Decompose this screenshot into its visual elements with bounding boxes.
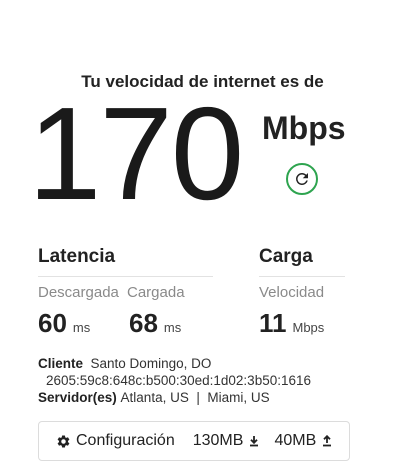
download-data: 130MB — [192, 432, 244, 449]
upload-title: Carga — [259, 246, 313, 267]
gear-icon — [57, 434, 70, 447]
latency-upload-value: 68 — [129, 308, 158, 338]
server-1: Atlanta, US — [120, 390, 189, 405]
upload-speed: 11 Mbps — [259, 308, 324, 339]
server-separator: | — [196, 390, 200, 405]
latency-upload: 68 ms — [129, 308, 181, 339]
latency-title: Latencia — [38, 246, 116, 267]
upload-divider — [259, 276, 345, 277]
latency-download-unit: ms — [72, 320, 91, 335]
settings-bar: Configuración 130MB 40MB — [38, 421, 350, 461]
latency-download-value: 60 — [38, 308, 67, 338]
upload-data: 40MB — [274, 432, 317, 449]
latency-upload-unit: ms — [163, 320, 182, 335]
speed-value: 170 — [28, 80, 244, 227]
upload-arrow-icon — [323, 435, 332, 447]
upload-speed-label: Velocidad — [259, 284, 325, 301]
refresh-button[interactable] — [286, 163, 318, 195]
download-arrow-icon — [250, 436, 259, 447]
latency-download-label: Descargada — [38, 284, 119, 301]
settings-label: Configuración — [76, 432, 175, 449]
refresh-icon — [296, 173, 308, 185]
client-row: Cliente Santo Domingo, DO — [38, 356, 211, 371]
speed-unit: Mbps — [262, 110, 346, 146]
server-label: Servidor(es) — [38, 390, 117, 405]
upload-speed-value: 11 — [259, 308, 287, 338]
latency-upload-label: Cargada — [127, 284, 185, 301]
client-ip: 2605:59c8:648c:b500:30ed:1d02:3b50:1616 — [46, 373, 311, 388]
client-location: Santo Domingo, DO — [90, 356, 212, 371]
upload-speed-unit: Mbps — [292, 320, 325, 335]
client-label: Cliente — [38, 356, 84, 371]
settings-button[interactable]: Configuración — [56, 432, 175, 450]
server-row: Servidor(es) Atlanta, US | Miami, US — [38, 390, 270, 405]
latency-download: 60 ms — [38, 308, 90, 339]
latency-divider — [38, 276, 213, 277]
server-2: Miami, US — [207, 390, 270, 405]
